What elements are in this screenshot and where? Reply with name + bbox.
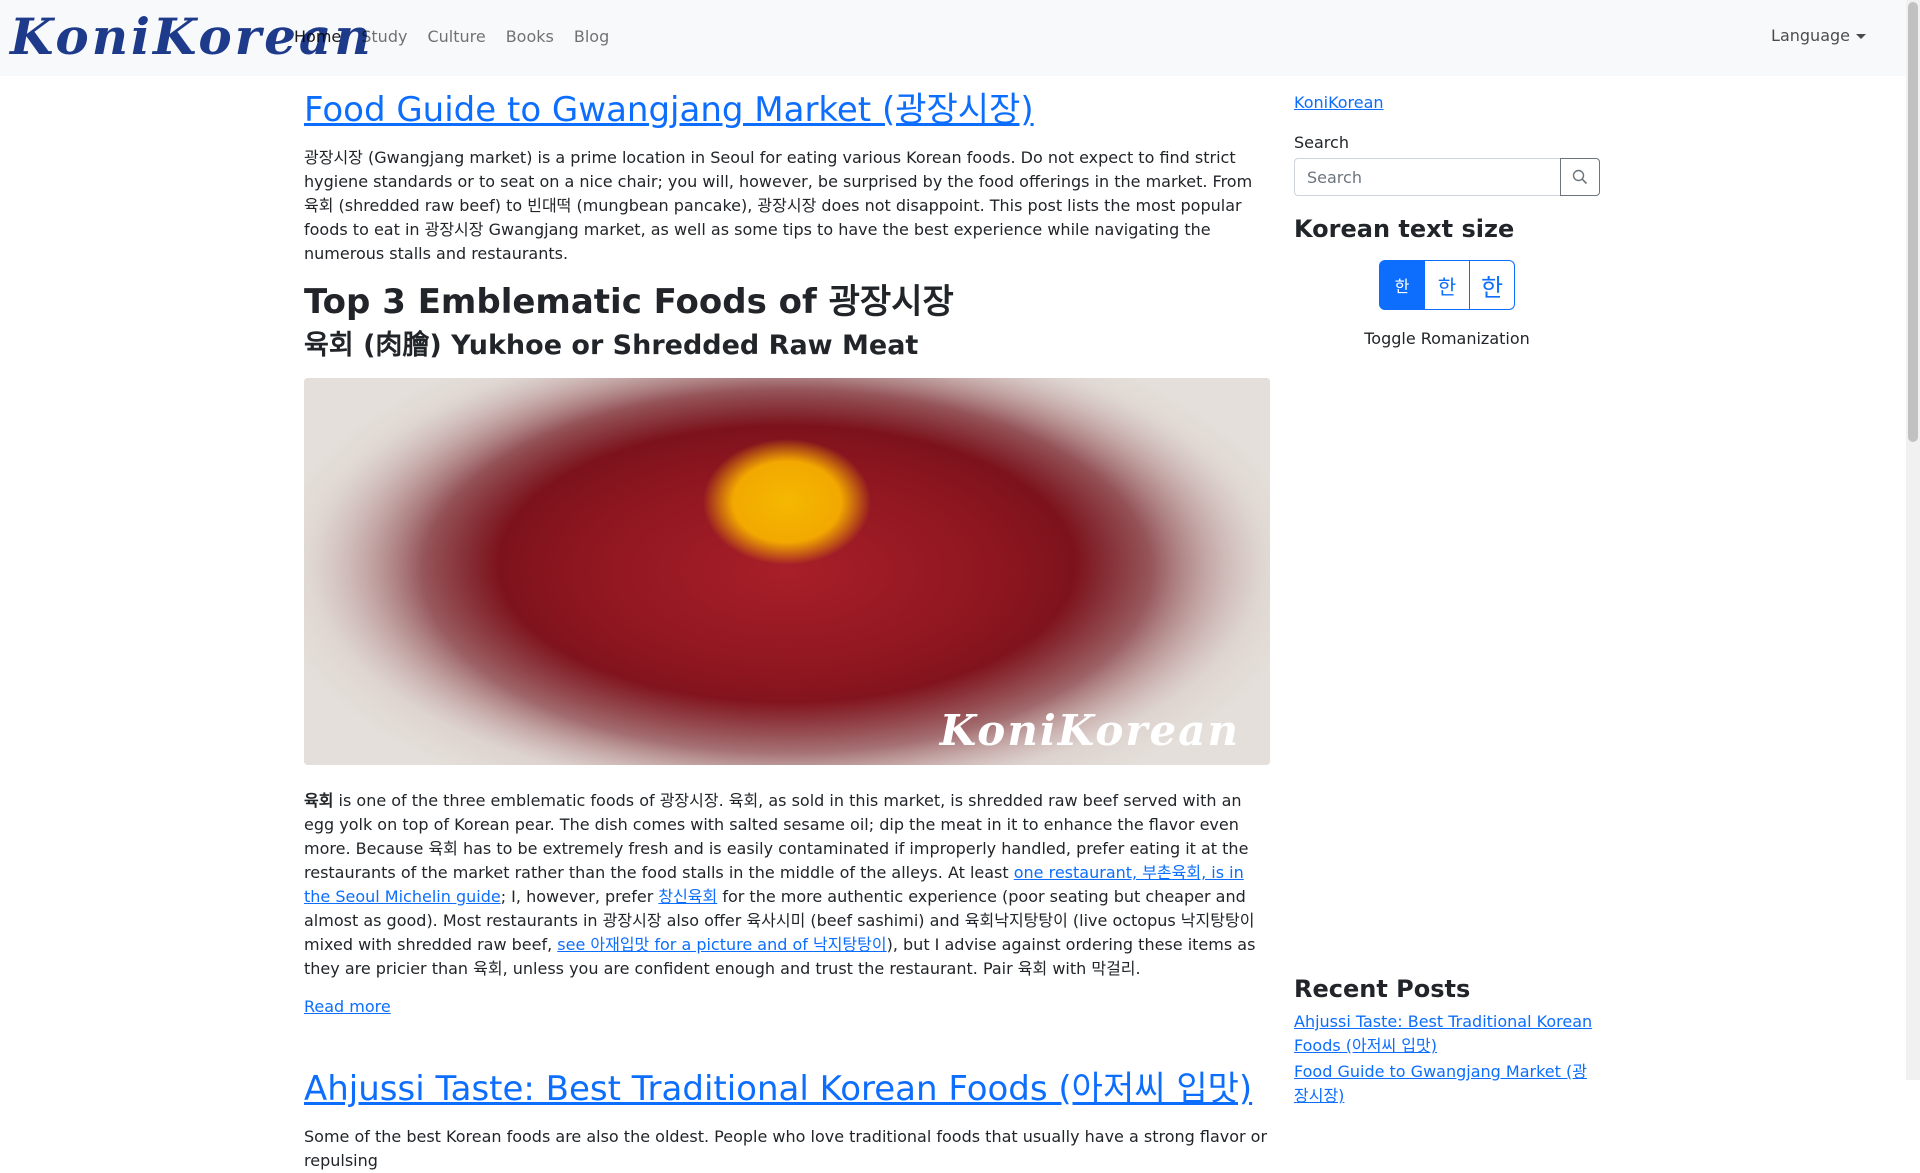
nav-home[interactable]: Home — [294, 26, 351, 48]
text-size-heading: Korean text size — [1294, 215, 1515, 243]
scrollbar[interactable] — [1906, 0, 1920, 1080]
post-title-link[interactable]: Ahjussi Taste: Best Traditional Korean F… — [304, 1069, 1252, 1109]
nav-culture[interactable]: Culture — [417, 26, 495, 48]
sidebar-site-link[interactable]: KoniKorean — [1294, 93, 1384, 112]
post-intro: Some of the best Korean foods are also t… — [304, 1127, 1268, 1170]
subsection-heading: 육회 (肉膾) Yukhoe or Shredded Raw Meat — [304, 330, 919, 361]
nav-study[interactable]: Study — [351, 26, 417, 48]
nav-blog[interactable]: Blog — [564, 26, 619, 48]
post-intro: 광장시장 (Gwangjang market) is a prime locat… — [304, 148, 1253, 263]
section-heading: Top 3 Emblematic Foods of 광장시장 — [304, 282, 954, 322]
text-size-group: 한 한 한 — [1379, 260, 1515, 310]
post-title: Ahjussi Taste: Best Traditional Korean F… — [304, 1065, 1270, 1113]
top-navbar: KoniKorean Home Study Culture Books Blog… — [0, 0, 1906, 76]
read-more-link[interactable]: Read more — [304, 995, 391, 1019]
search-form — [1294, 158, 1600, 196]
language-dropdown[interactable]: Language — [1771, 26, 1866, 45]
body-bold-term: 육회 — [304, 791, 334, 810]
sidebar: KoniKorean Search Korean text size 한 한 한… — [1294, 92, 1600, 350]
scrollbar-thumb[interactable] — [1908, 2, 1918, 442]
nav-books[interactable]: Books — [496, 26, 564, 48]
post-body: 육회 is one of the three emblematic foods … — [304, 789, 1270, 981]
main-nav: Home Study Culture Books Blog — [294, 26, 619, 48]
body-text-2: ; I, however, prefer — [500, 887, 659, 906]
search-label: Search — [1294, 133, 1349, 152]
search-input[interactable] — [1294, 158, 1560, 196]
recent-post-link[interactable]: Food Guide to Gwangjang Market (광장시장) — [1294, 1060, 1600, 1108]
post-title-link[interactable]: Food Guide to Gwangjang Market (광장시장) — [304, 90, 1034, 130]
yukhoe-image: KoniKorean — [304, 378, 1270, 765]
text-size-small-button[interactable]: 한 — [1379, 260, 1425, 310]
ajae-link[interactable]: see 아재입맛 for a picture and of 낙지탕탕이 — [557, 935, 886, 954]
changsin-link[interactable]: 창신육회 — [658, 887, 717, 906]
image-watermark: KoniKorean — [939, 706, 1240, 755]
caret-down-icon — [1856, 34, 1866, 39]
recent-post-link[interactable]: Ahjussi Taste: Best Traditional Korean F… — [1294, 1010, 1600, 1058]
recent-posts-list: Ahjussi Taste: Best Traditional Korean F… — [1294, 1010, 1600, 1110]
text-size-medium-button[interactable]: 한 — [1425, 260, 1470, 310]
language-label: Language — [1771, 26, 1850, 45]
recent-posts-heading: Recent Posts — [1294, 975, 1471, 1003]
post-title: Food Guide to Gwangjang Market (광장시장) — [304, 86, 1270, 134]
search-icon — [1572, 169, 1588, 185]
text-size-large-button[interactable]: 한 — [1470, 260, 1515, 310]
search-button[interactable] — [1560, 158, 1600, 196]
main-content: Food Guide to Gwangjang Market (광장시장) 광장… — [304, 86, 1270, 1173]
toggle-romanization-button[interactable]: Toggle Romanization — [1294, 328, 1600, 350]
